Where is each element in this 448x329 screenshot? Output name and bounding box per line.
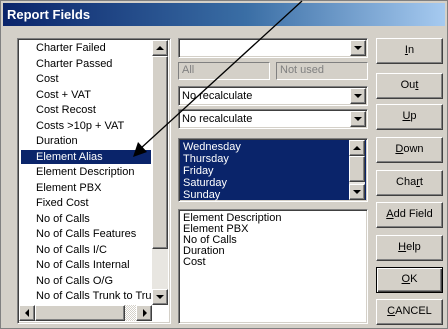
day-list-item[interactable]: Saturday (183, 177, 227, 189)
chart-button-label: Chart (396, 176, 423, 188)
arrow-up-icon (156, 46, 164, 50)
field-list-item[interactable]: No of Calls I/C (21, 243, 151, 257)
field-list-item[interactable]: No of Calls Features (21, 227, 151, 241)
out-button-label: Out (400, 79, 419, 91)
arrow-down-icon (353, 190, 361, 194)
up-button[interactable]: Up (376, 104, 443, 130)
ok-button[interactable]: OK (376, 267, 443, 293)
field-list-item[interactable]: Element Alias (21, 149, 151, 164)
field-list-item[interactable]: Element PBX (21, 181, 151, 195)
field-list-item[interactable]: Fixed Cost (21, 196, 151, 210)
scroll-down-button[interactable] (349, 184, 365, 200)
scroll-thumb[interactable] (349, 156, 365, 182)
recalculate-value-1: No recalculate (182, 90, 253, 102)
selected-fields-list[interactable]: Element Description Element PBX No of Call… (178, 209, 368, 324)
field-list-item[interactable]: Charter Passed (21, 57, 151, 71)
arrow-right-icon (143, 309, 147, 317)
recalculate-combo-2[interactable]: No recalculate (178, 109, 368, 129)
scroll-hthumb[interactable] (35, 305, 125, 321)
scroll-up-button[interactable] (349, 140, 365, 156)
add-field-button[interactable]: Add Field (376, 202, 443, 228)
report-fields-window: Report Fields Charter Failed Charter Pass… (0, 0, 448, 329)
arrow-up-icon (353, 146, 361, 150)
scroll-thumb[interactable] (152, 56, 168, 249)
field-list-item[interactable]: No of Calls Trunk to Tru (21, 289, 151, 303)
cancel-button-label: CANCEL (387, 305, 432, 317)
field-list-item[interactable]: Element Description (21, 165, 151, 179)
field-list-item[interactable]: Cost Recost (21, 103, 151, 117)
out-button[interactable]: Out (376, 73, 443, 99)
days-list-scrollbar[interactable] (349, 140, 365, 200)
ok-button-label: OK (401, 273, 418, 285)
help-button[interactable]: Help (376, 235, 443, 261)
field-list-item[interactable]: Costs >10p + VAT (21, 119, 151, 133)
day-list-item[interactable]: Wednesday (183, 141, 241, 153)
chevron-down-icon (354, 117, 362, 121)
available-fields-list[interactable]: Charter Failed Charter Passed Cost Cost + V… (17, 38, 171, 324)
field-list-item[interactable]: Cost (21, 72, 151, 86)
day-list-item[interactable]: Sunday (183, 189, 220, 201)
dropdown-button[interactable] (350, 111, 366, 127)
days-list[interactable]: Wednesday Thursday Friday Saturday Sunday (178, 138, 368, 202)
help-button-label: Help (398, 241, 421, 253)
chevron-down-icon (354, 46, 362, 50)
field-list-item[interactable]: Charter Failed (21, 41, 151, 55)
add-field-button-label: Add Field (386, 208, 433, 220)
scroll-down-button[interactable] (152, 289, 168, 305)
field-list-item[interactable]: No of Calls O/G (21, 274, 151, 288)
arrow-down-icon (156, 295, 164, 299)
recalculate-combo-1[interactable]: No recalculate (178, 86, 368, 106)
field-list-horizontal-scrollbar[interactable] (19, 305, 152, 321)
arrow-left-icon (25, 309, 29, 317)
scroll-left-button[interactable] (19, 305, 35, 321)
in-button-label: In (404, 44, 415, 56)
field-list-item[interactable]: No of Calls Internal (21, 258, 151, 272)
down-button-label: Down (395, 143, 424, 155)
range-from-field[interactable]: All (178, 62, 270, 80)
range-to-placeholder: Not used (280, 64, 325, 76)
window-title: Report Fields (3, 3, 445, 26)
range-from-placeholder: All (182, 64, 195, 76)
chart-button[interactable]: Chart (376, 170, 443, 196)
down-button[interactable]: Down (376, 137, 443, 163)
cancel-button[interactable]: CANCEL (376, 299, 443, 325)
dropdown-button[interactable] (350, 40, 366, 56)
field-list-item[interactable]: Duration (21, 134, 151, 148)
chevron-down-icon (354, 94, 362, 98)
field-list-item[interactable]: Cost + VAT (21, 88, 151, 102)
up-button-label: Up (402, 110, 417, 122)
range-to-field[interactable]: Not used (276, 62, 368, 80)
recalculate-value-2: No recalculate (182, 113, 253, 125)
dropdown-button[interactable] (350, 88, 366, 104)
field-type-combo[interactable] (178, 38, 368, 58)
scroll-right-button[interactable] (136, 305, 152, 321)
day-list-item[interactable]: Friday (183, 165, 214, 177)
field-list-vertical-scrollbar[interactable] (152, 40, 168, 305)
selected-field-item[interactable]: Cost (183, 257, 206, 268)
day-list-item[interactable]: Thursday (183, 153, 229, 165)
field-list-item[interactable]: No of Calls (21, 212, 151, 226)
in-button[interactable]: In (376, 38, 443, 64)
scroll-up-button[interactable] (152, 40, 168, 56)
